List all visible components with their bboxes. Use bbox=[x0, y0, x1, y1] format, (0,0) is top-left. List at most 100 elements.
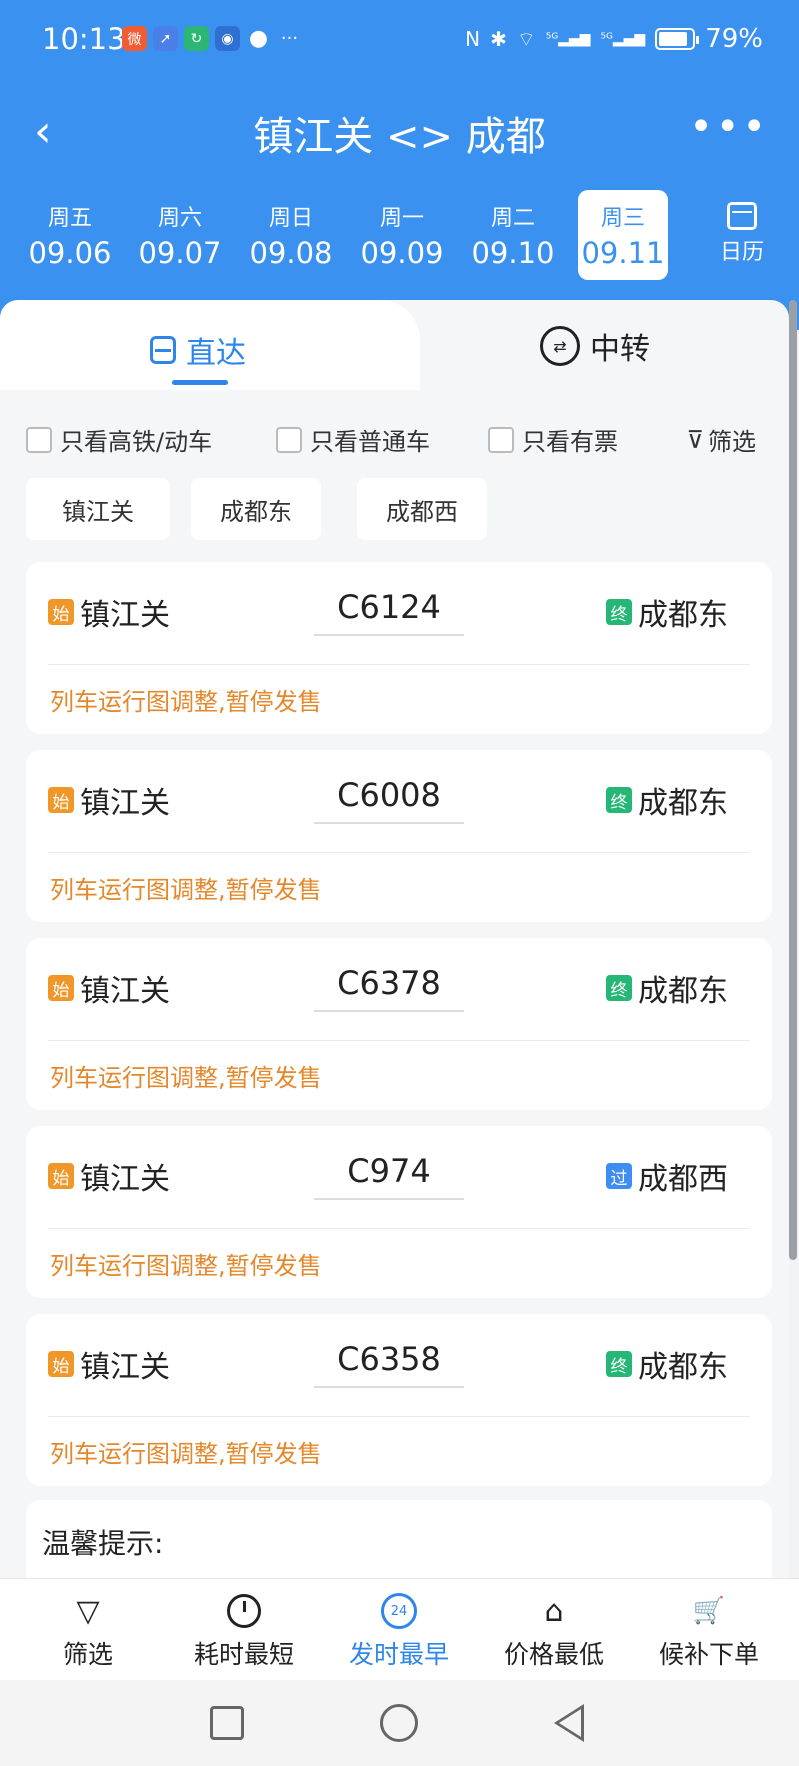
train-line bbox=[314, 634, 464, 636]
checkbox-label: 只看有票 bbox=[522, 428, 618, 456]
bottom-toolbar: ▽ 筛选 耗时最短 24 发时最早 ⌂ 价格最低 🛒 候补下单 bbox=[0, 1578, 799, 1680]
filter-row: 只看高铁/动车 只看普通车 只看有票 ⊽ 筛选 bbox=[26, 418, 766, 458]
train-number: C6124 bbox=[337, 588, 441, 626]
date-value: 09.06 bbox=[28, 236, 112, 270]
toolbar-icon-wrap: 24 bbox=[324, 1593, 474, 1629]
end-badge: 终 bbox=[606, 599, 632, 625]
checkbox-box[interactable] bbox=[276, 426, 302, 453]
transfer-icon: ⇄ bbox=[540, 326, 580, 366]
arrival-name: 成都东 bbox=[638, 1350, 728, 1385]
more-button[interactable]: ••• bbox=[689, 107, 769, 147]
card-divider bbox=[48, 664, 750, 665]
tab-bar: 直达 ⇄ 中转 bbox=[0, 300, 789, 390]
pass-badge: 过 bbox=[606, 1163, 632, 1189]
results-panel: 直达 ⇄ 中转 只看高铁/动车 只看普通车 只看有票 ⊽ 筛选 镇江关 成都东 … bbox=[0, 300, 789, 1580]
departure-name: 镇江关 bbox=[80, 974, 170, 1009]
train-number: C6358 bbox=[337, 1340, 441, 1378]
departure-name: 镇江关 bbox=[80, 786, 170, 821]
signal-5g-icon: ⁵ᴳ▂▄▆ bbox=[600, 31, 646, 47]
date-item[interactable]: 周六 09.07 bbox=[134, 190, 226, 280]
date-item[interactable]: 周二 09.10 bbox=[467, 190, 559, 280]
tab-transfer[interactable]: ⇄ 中转 bbox=[540, 324, 650, 368]
message-icon: ● bbox=[248, 26, 269, 51]
checkbox-box[interactable] bbox=[488, 426, 514, 453]
toolbar-lowest-price[interactable]: ⌂ 价格最低 bbox=[479, 1593, 629, 1671]
train-line bbox=[314, 1386, 464, 1388]
sale-notice: 列车运行图调整,暂停发售 bbox=[50, 688, 322, 716]
bluetooth-icon: ✱ bbox=[490, 27, 507, 51]
arrival-station: 终 成都东 bbox=[606, 778, 728, 822]
train-card[interactable]: 始 镇江关 C6008 终 成都东 列车运行图调整,暂停发售 bbox=[26, 750, 772, 922]
date-selector: 周五 09.06 周六 09.07 周日 09.08 周一 09.09 周二 0… bbox=[0, 190, 799, 280]
date-value: 09.08 bbox=[249, 236, 333, 270]
status-right: N ✱ ⌔ ⁵ᴳ▂▄▆ ⁵ᴳ▂▄▆ 79% bbox=[465, 24, 763, 54]
home-button[interactable] bbox=[380, 1704, 418, 1742]
train-number: C974 bbox=[347, 1152, 431, 1190]
checkbox-label: 只看高铁/动车 bbox=[60, 428, 213, 456]
departure-station: 始 镇江关 bbox=[48, 966, 170, 1010]
checkbox-label: 只看普通车 bbox=[310, 428, 430, 456]
price-tag-icon: ⌂ bbox=[544, 1593, 564, 1629]
station-chip[interactable]: 成都东 bbox=[191, 478, 321, 540]
system-back-button[interactable] bbox=[554, 1704, 584, 1742]
date-item-selected[interactable]: 周三 09.11 bbox=[578, 190, 668, 280]
tab-direct[interactable]: 直达 bbox=[150, 328, 246, 372]
toolbar-shortest[interactable]: 耗时最短 bbox=[169, 1593, 319, 1671]
checkbox-available[interactable]: 只看有票 bbox=[488, 422, 618, 457]
date-item[interactable]: 周五 09.06 bbox=[24, 190, 116, 280]
train-card[interactable]: 始 镇江关 C6378 终 成都东 列车运行图调整,暂停发售 bbox=[26, 938, 772, 1110]
sale-notice: 列车运行图调整,暂停发售 bbox=[50, 1064, 322, 1092]
departure-name: 镇江关 bbox=[80, 1162, 170, 1197]
end-badge: 终 bbox=[606, 1351, 632, 1377]
start-badge: 始 bbox=[48, 599, 74, 625]
train-line bbox=[314, 1198, 464, 1200]
train-card[interactable]: 始 镇江关 C6358 终 成都东 列车运行图调整,暂停发售 bbox=[26, 1314, 772, 1486]
notification-icons: 微 ➚ ↻ ◉ ● ··· bbox=[122, 26, 302, 51]
departure-station: 始 镇江关 bbox=[48, 778, 170, 822]
date-weekday: 周六 bbox=[157, 206, 202, 231]
departure-station: 始 镇江关 bbox=[48, 1154, 170, 1198]
date-weekday: 周五 bbox=[47, 206, 92, 231]
train-icon bbox=[150, 336, 176, 364]
toolbar-label: 价格最低 bbox=[503, 1640, 604, 1669]
date-value: 09.09 bbox=[360, 236, 444, 270]
train-card[interactable]: 始 镇江关 C974 过 成都西 列车运行图调整,暂停发售 bbox=[26, 1126, 772, 1298]
date-value: 09.10 bbox=[471, 236, 555, 270]
recent-apps-button[interactable] bbox=[210, 1706, 244, 1740]
calendar-button[interactable]: 日历 bbox=[707, 202, 777, 266]
checkbox-regular[interactable]: 只看普通车 bbox=[276, 422, 430, 457]
nav-bar: ‹ 镇江关 <> 成都 ••• bbox=[0, 92, 799, 172]
filter-link[interactable]: ⊽ 筛选 bbox=[686, 422, 756, 457]
start-badge: 始 bbox=[48, 1163, 74, 1189]
checkbox-box[interactable] bbox=[26, 426, 52, 453]
cart-icon: 🛒 bbox=[692, 1596, 726, 1626]
toolbar-waitlist[interactable]: 🛒 候补下单 bbox=[634, 1593, 784, 1671]
status-time: 10:13 bbox=[42, 22, 126, 56]
refresh-app-icon: ↻ bbox=[184, 26, 209, 51]
more-dots-icon: ··· bbox=[280, 28, 299, 49]
train-card[interactable]: 始 镇江关 C6124 终 成都东 列车运行图调整,暂停发售 bbox=[26, 562, 772, 734]
train-number: C6008 bbox=[337, 776, 441, 814]
date-value: 09.07 bbox=[138, 236, 222, 270]
toolbar-filter[interactable]: ▽ 筛选 bbox=[13, 1593, 163, 1671]
date-weekday: 周三 bbox=[600, 206, 645, 231]
scrollbar[interactable] bbox=[789, 300, 797, 1260]
toolbar-label: 耗时最短 bbox=[193, 1640, 294, 1669]
toolbar-earliest[interactable]: 24 发时最早 bbox=[324, 1593, 474, 1671]
start-badge: 始 bbox=[48, 1351, 74, 1377]
station-chip[interactable]: 镇江关 bbox=[26, 478, 170, 540]
station-chip[interactable]: 成都西 bbox=[357, 478, 487, 540]
date-weekday: 周一 bbox=[379, 206, 424, 231]
date-weekday: 周日 bbox=[268, 206, 313, 231]
arrival-station: 终 成都东 bbox=[606, 1342, 728, 1386]
checkbox-high-speed[interactable]: 只看高铁/动车 bbox=[26, 422, 212, 457]
date-item[interactable]: 周日 09.08 bbox=[245, 190, 337, 280]
date-item[interactable]: 周一 09.09 bbox=[356, 190, 448, 280]
start-badge: 始 bbox=[48, 975, 74, 1001]
tab-direct-label: 直达 bbox=[186, 336, 246, 371]
card-divider bbox=[48, 1228, 750, 1229]
toolbar-label: 筛选 bbox=[62, 1640, 113, 1669]
nfc-icon: N bbox=[465, 27, 481, 51]
system-nav-bar bbox=[0, 1680, 799, 1766]
train-line bbox=[314, 1010, 464, 1012]
